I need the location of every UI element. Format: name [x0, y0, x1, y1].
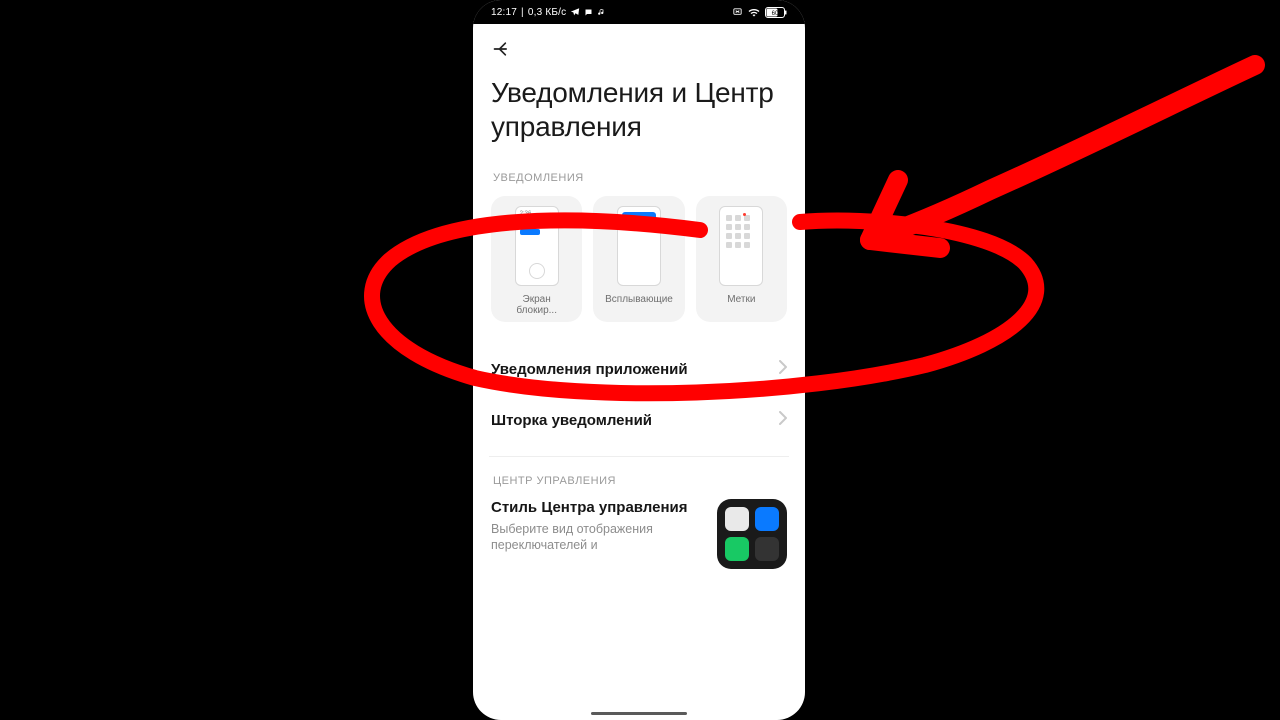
music-note-icon	[597, 8, 606, 17]
tile-lockscreen-label: Экран блокир...	[516, 294, 557, 316]
tile-badges-label: Метки	[727, 294, 755, 305]
chat-icon	[584, 8, 593, 17]
badges-preview-icon	[719, 206, 763, 286]
chevron-right-icon	[779, 360, 787, 379]
annotation-arrowhead-icon	[870, 180, 940, 248]
status-separator: |	[521, 7, 524, 18]
control-center-style-thumbnail-icon	[717, 499, 787, 569]
status-bar: 12:17 | 0,3 КБ/с 60	[473, 0, 805, 24]
notification-style-tiles: 2:36 Экран блокир... Всплывающие	[491, 196, 787, 322]
telegram-icon	[570, 7, 580, 17]
status-net-speed: 0,3 КБ/с	[528, 7, 566, 18]
item-control-center-style[interactable]: Стиль Центра управления Выберите вид ото…	[491, 499, 787, 569]
phone-screen: 12:17 | 0,3 КБ/с 60	[473, 0, 805, 720]
wifi-icon	[748, 7, 760, 17]
status-time: 12:17	[491, 7, 517, 18]
annotation-arrow-icon	[870, 65, 1255, 240]
item-notification-shade[interactable]: Шторка уведомлений	[491, 395, 787, 446]
floating-preview-icon	[617, 206, 661, 286]
chevron-right-icon	[779, 411, 787, 430]
page-title: Уведомления и Центр управления	[491, 76, 787, 144]
tile-floating[interactable]: Всплывающие	[593, 196, 684, 322]
item-notification-shade-label: Шторка уведомлений	[491, 412, 652, 429]
item-app-notifications[interactable]: Уведомления приложений	[491, 344, 787, 395]
section-label-control-center: ЦЕНТР УПРАВЛЕНИЯ	[493, 475, 787, 487]
tile-lockscreen[interactable]: 2:36 Экран блокир...	[491, 196, 582, 322]
battery-icon: 60	[765, 7, 787, 18]
no-sim-icon	[732, 7, 743, 18]
tile-badges[interactable]: Метки	[696, 196, 787, 322]
back-button[interactable]	[491, 38, 513, 60]
cc-style-desc: Выберите вид отображения переключателей …	[491, 521, 705, 553]
home-indicator[interactable]	[591, 712, 687, 715]
cc-style-title: Стиль Центра управления	[491, 499, 705, 517]
lockscreen-preview-icon: 2:36	[515, 206, 559, 286]
section-label-notifications: УВЕДОМЛЕНИЯ	[493, 172, 787, 184]
divider	[489, 456, 789, 457]
tile-floating-label: Всплывающие	[605, 294, 673, 305]
svg-text:60: 60	[772, 11, 779, 17]
item-app-notifications-label: Уведомления приложений	[491, 361, 688, 378]
